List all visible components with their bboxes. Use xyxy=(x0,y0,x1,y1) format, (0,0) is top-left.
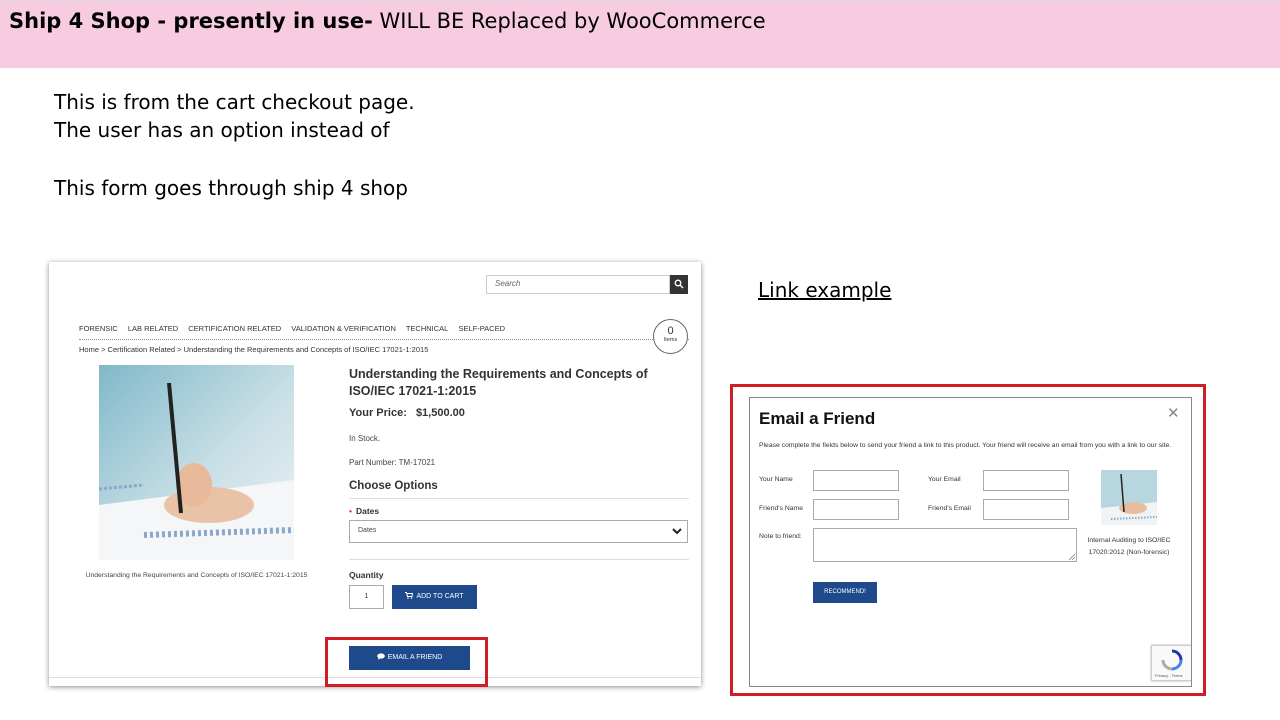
highlight-box-email-button xyxy=(325,637,488,687)
price-row: Your Price: $1,500.00 xyxy=(349,407,465,419)
main-nav: FORENSIC LAB RELATED CERTIFICATION RELAT… xyxy=(79,324,513,333)
product-image xyxy=(99,365,294,560)
product-title: Understanding the Requirements and Conce… xyxy=(349,367,648,398)
price-value: $1,500.00 xyxy=(415,407,465,419)
required-marker: • xyxy=(349,506,352,516)
chevron-down-icon xyxy=(672,528,682,535)
nav-divider xyxy=(79,339,689,340)
cart-count: 0 xyxy=(667,325,674,337)
product-page-screenshot: Search FORENSIC LAB RELATED CERTIFICATIO… xyxy=(49,262,701,686)
dates-label: • Dates xyxy=(349,506,379,516)
slide-title: Ship 4 Shop - presently in use- WILL BE … xyxy=(9,9,766,33)
choose-options-heading: Choose Options xyxy=(349,480,438,492)
nav-item-lab-related[interactable]: LAB RELATED xyxy=(128,324,178,333)
nav-item-validation-verification[interactable]: VALIDATION & VERIFICATION xyxy=(291,324,396,333)
nav-item-technical[interactable]: TECHNICAL xyxy=(406,324,449,333)
quantity-input[interactable]: 1 xyxy=(349,585,384,609)
breadcrumb: Home > Certification Related > Understan… xyxy=(79,345,429,354)
dates-select-value: Dates xyxy=(358,527,377,534)
nav-item-self-paced[interactable]: SELF-PACED xyxy=(458,324,505,333)
dates-select[interactable]: Dates xyxy=(349,520,688,543)
add-to-cart-button[interactable]: ADD TO CART xyxy=(392,585,477,609)
nav-item-forensic[interactable]: FORENSIC xyxy=(79,324,118,333)
slide-title-bold: Ship 4 Shop - presently in use- xyxy=(9,9,373,33)
options-divider xyxy=(349,498,689,499)
slide-title-band: Ship 4 Shop - presently in use- WILL BE … xyxy=(0,0,1280,68)
quantity-label: Quantity xyxy=(349,570,384,580)
part-number: Part Number: TM-17021 xyxy=(349,458,436,467)
cart-icon xyxy=(405,592,414,599)
dates-label-text: Dates xyxy=(355,506,380,516)
price-label: Your Price: xyxy=(349,407,407,419)
quantity-divider xyxy=(349,559,689,560)
note-line-2: The user has an option instead of xyxy=(54,118,390,142)
link-example[interactable]: Link example xyxy=(758,278,891,302)
cart-items-label: Items xyxy=(663,337,678,343)
cart-button[interactable]: 0 Items xyxy=(653,319,688,354)
search-button[interactable] xyxy=(670,275,688,294)
search-input[interactable]: Search xyxy=(486,275,670,294)
search-icon xyxy=(674,279,684,289)
slide-title-rest: WILL BE Replaced by WooCommerce xyxy=(379,9,766,33)
highlight-box-email-dialog xyxy=(730,384,1206,696)
note-line-1: This is from the cart checkout page. xyxy=(54,90,415,114)
stock-status: In Stock. xyxy=(349,434,381,443)
note-line-3: This form goes through ship 4 shop xyxy=(54,176,408,200)
nav-item-certification-related[interactable]: CERTIFICATION RELATED xyxy=(188,324,281,333)
add-to-cart-label: ADD TO CART xyxy=(416,593,464,600)
product-image-caption: Understanding the Requirements and Conce… xyxy=(85,572,308,579)
